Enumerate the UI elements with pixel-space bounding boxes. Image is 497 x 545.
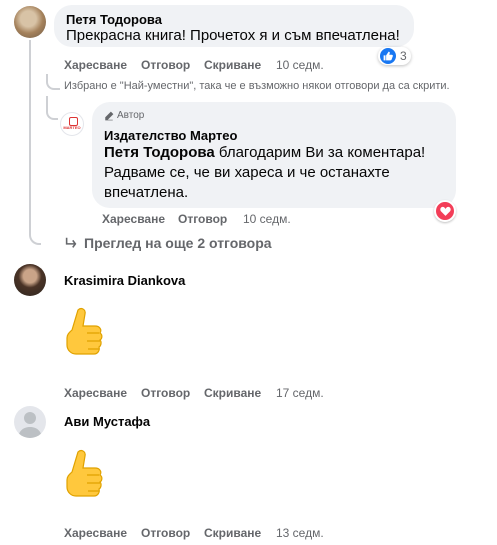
comment-author[interactable]: Петя Тодорова <box>66 12 162 27</box>
reply-text: Петя Тодорова благодарим Ви за коментара… <box>104 143 434 203</box>
comment-timestamp[interactable]: 10 седм. <box>276 58 324 72</box>
default-avatar-icon[interactable] <box>14 406 46 438</box>
comment-author[interactable]: Krasimira Diankova <box>64 273 185 288</box>
view-more-label: Преглед на още 2 отговора <box>84 235 272 251</box>
marteo-logo-text: MARTEO <box>63 125 81 130</box>
reply-button[interactable]: Отговор <box>178 212 227 226</box>
filter-notice: Избрано е "Най-уместни", така че е възмо… <box>64 80 450 92</box>
comment-timestamp[interactable]: 17 седм. <box>276 386 324 400</box>
like-button[interactable]: Харесване <box>64 58 127 72</box>
avatar-petya[interactable] <box>14 6 46 38</box>
like-button[interactable]: Харесване <box>64 386 127 400</box>
thumbs-up-emoji-icon <box>62 446 106 510</box>
comment-actions: Харесване Отговор Скриване 13 седм. <box>0 526 497 542</box>
reply-actions: Харесване Отговор 10 седм. <box>0 212 497 228</box>
like-button[interactable]: Харесване <box>64 526 127 540</box>
comment-author[interactable]: Ави Мустафа <box>64 414 150 429</box>
reply-author[interactable]: Издателство Мартео <box>104 128 237 143</box>
comment-actions: Харесване Отговор Скриване 17 седм. <box>0 386 497 402</box>
mention-link[interactable]: Петя Тодорова <box>104 144 215 161</box>
avatar-marteo[interactable]: MARTEO <box>60 112 84 136</box>
avatar-krasimira[interactable] <box>14 264 46 296</box>
comment-text: Прекрасна книга! Прочетох я и съм впечат… <box>66 27 400 44</box>
view-more-replies[interactable]: Преглед на още 2 отговора <box>64 235 272 251</box>
like-button[interactable]: Харесване <box>102 212 165 226</box>
reply-button[interactable]: Отговор <box>141 526 190 540</box>
hide-button[interactable]: Скриване <box>204 58 261 72</box>
reply-timestamp[interactable]: 10 седм. <box>243 212 291 226</box>
author-badge: Автор <box>104 110 144 121</box>
comment-actions: Харесване Отговор Скриване 10 седм. <box>0 58 497 74</box>
hide-button[interactable]: Скриване <box>204 526 261 540</box>
reply-button[interactable]: Отговор <box>141 386 190 400</box>
thumbs-up-emoji-icon <box>62 304 106 368</box>
author-badge-label: Автор <box>117 110 145 121</box>
thread-line-reply <box>46 96 58 120</box>
comment-timestamp[interactable]: 13 седм. <box>276 526 324 540</box>
reply-button[interactable]: Отговор <box>141 58 190 72</box>
pencil-icon <box>105 111 114 120</box>
thread-line-notice <box>46 74 60 90</box>
reply-arrow-icon <box>65 237 77 248</box>
hide-button[interactable]: Скриване <box>204 386 261 400</box>
